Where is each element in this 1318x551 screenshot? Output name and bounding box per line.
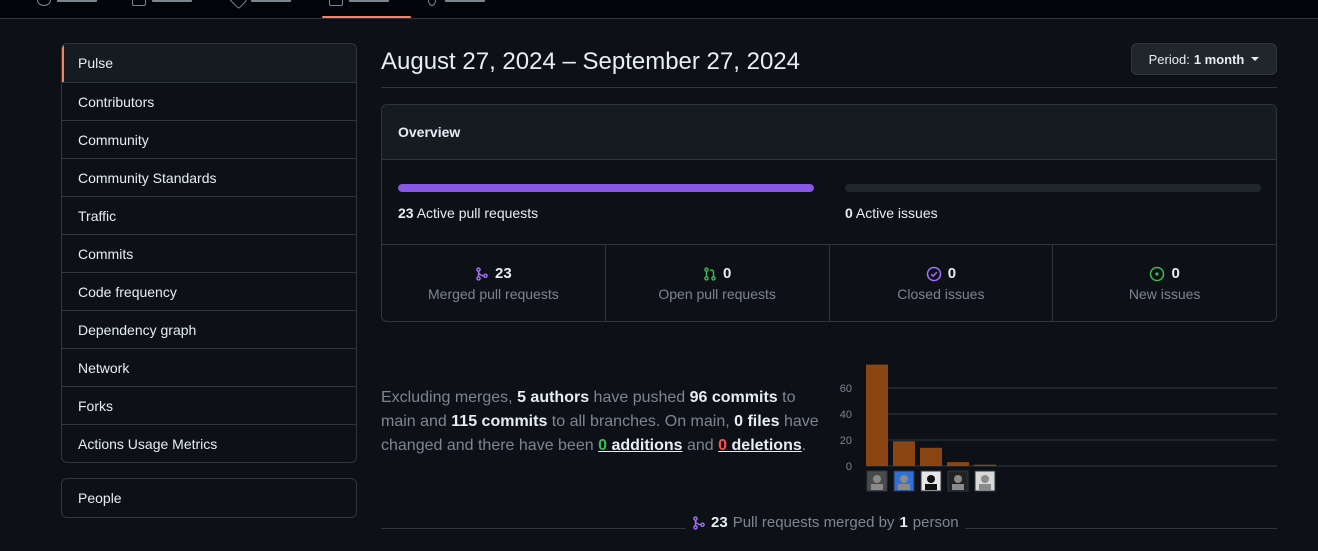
sidebar-item-dependency-graph[interactable]: Dependency graph xyxy=(62,310,356,348)
summary-commits-all: 115 commits xyxy=(451,413,548,430)
additions-link[interactable]: 0 additions xyxy=(598,437,682,454)
active-issues-bar xyxy=(845,184,1261,192)
nav-tab-security[interactable] xyxy=(251,0,291,2)
repo-nav-bar xyxy=(0,0,1318,19)
commit-bar[interactable] xyxy=(974,464,996,466)
overview-title: Overview xyxy=(382,105,1276,160)
sidebar-item-traffic[interactable]: Traffic xyxy=(62,196,356,234)
sidebar-item-community[interactable]: Community xyxy=(62,120,356,158)
stat-new-issues[interactable]: 0 New issues xyxy=(1052,245,1276,321)
period-dropdown-button[interactable]: Period: 1 month xyxy=(1131,43,1277,75)
merged-prs-count: 23 xyxy=(495,265,512,282)
new-issues-count: 0 xyxy=(1171,265,1180,282)
contributor-avatar[interactable] xyxy=(920,470,942,492)
sidebar-item-actions-usage-metrics[interactable]: Actions Usage Metrics xyxy=(62,424,356,462)
active-prs-bar-fill xyxy=(398,184,814,192)
active-prs-label: Active pull requests xyxy=(416,205,539,221)
insights-sidebar: Pulse Contributors Community Community S… xyxy=(61,43,357,463)
sidebar-item-commits[interactable]: Commits xyxy=(62,234,356,272)
git-pull-request-icon xyxy=(704,266,716,281)
contributors-commit-chart: 0 20 40 60 xyxy=(840,364,1277,492)
issue-opened-icon xyxy=(1150,266,1165,281)
commit-bar[interactable] xyxy=(893,441,915,466)
nav-tab-code[interactable] xyxy=(57,0,97,2)
git-merge-icon xyxy=(476,266,488,281)
triangle-down-icon xyxy=(1251,57,1260,61)
project-icon[interactable] xyxy=(132,0,146,6)
active-issues-count: 0 xyxy=(845,205,853,221)
closed-issues-label: Closed issues xyxy=(897,286,985,302)
summary-text: Excluding merges, xyxy=(381,389,513,406)
contributor-avatar[interactable] xyxy=(974,470,996,492)
sidebar-item-forks[interactable]: Forks xyxy=(62,386,356,424)
active-prs-count: 23 xyxy=(398,205,414,221)
new-issues-label: New issues xyxy=(1128,286,1201,302)
summary-text: and xyxy=(687,437,714,454)
code-icon[interactable] xyxy=(37,0,51,6)
period-value: 1 month xyxy=(1193,51,1245,67)
active-prs-bar xyxy=(398,184,814,192)
git-merge-icon xyxy=(693,515,705,530)
overview-box: Overview 23 Active pull requests 0 Activ… xyxy=(381,104,1277,322)
contributor-avatar[interactable] xyxy=(947,470,969,492)
active-issues-link[interactable]: 0 Active issues xyxy=(845,205,938,221)
y-tick-label: 20 xyxy=(840,435,852,447)
deletions-link[interactable]: 0 deletions xyxy=(718,437,802,454)
nav-tab-settings[interactable] xyxy=(445,0,485,2)
stat-merged-prs[interactable]: 23 Merged pull requests xyxy=(382,245,605,321)
merged-prs-summary: 23 Pull requests merged by 1 person xyxy=(686,514,965,531)
overview-stats: 23 Merged pull requests 0 Open pull requ… xyxy=(382,245,1276,321)
contributor-avatar[interactable] xyxy=(866,470,888,492)
deletions-word: deletions xyxy=(731,437,802,454)
footer-text: Pull requests merged by xyxy=(732,514,895,531)
summary-files: 0 files xyxy=(734,413,780,430)
deletions-count: 0 xyxy=(718,437,728,454)
commit-bar[interactable] xyxy=(920,447,942,466)
summary-authors: 5 authors xyxy=(517,389,590,406)
footer-pr-count: 23 xyxy=(711,514,728,531)
summary-commits-main: 96 commits xyxy=(689,389,778,406)
issue-closed-icon xyxy=(926,266,941,281)
nav-tab-insights[interactable] xyxy=(349,0,389,2)
shield-icon[interactable] xyxy=(228,0,248,10)
active-prs-link[interactable]: 23 Active pull requests xyxy=(398,205,538,221)
active-tab-underline xyxy=(322,16,411,18)
pulse-date-range: August 27, 2024 – September 27, 2024 xyxy=(381,48,800,75)
summary-text: have pushed xyxy=(593,389,686,406)
footer-people-word: person xyxy=(912,514,959,531)
stat-closed-issues[interactable]: 0 Closed issues xyxy=(828,245,1053,321)
title-divider xyxy=(381,87,1277,88)
sidebar-item-code-frequency[interactable]: Code frequency xyxy=(62,272,356,310)
overview-activity-bars: 23 Active pull requests 0 Active issues xyxy=(382,160,1276,245)
y-tick-label: 60 xyxy=(840,383,852,395)
commit-bar[interactable] xyxy=(947,462,969,466)
active-issues-label: Active issues xyxy=(855,205,938,221)
additions-word: additions xyxy=(611,437,683,454)
closed-issues-count: 0 xyxy=(947,265,957,282)
open-prs-label: Open pull requests xyxy=(658,286,776,302)
y-tick-label: 40 xyxy=(840,409,852,421)
sidebar-item-people[interactable]: People xyxy=(62,479,356,517)
people-sidebar: People xyxy=(61,478,357,518)
gear-icon[interactable] xyxy=(428,0,436,6)
graph-icon[interactable] xyxy=(329,0,343,6)
commit-bar[interactable] xyxy=(866,364,888,466)
summary-text: to all branches. On main, xyxy=(551,413,730,430)
commit-summary: Excluding merges, 5 authors have pushed … xyxy=(381,386,831,458)
summary-text: . xyxy=(801,437,807,454)
sidebar-item-community-standards[interactable]: Community Standards xyxy=(62,158,356,196)
sidebar-item-pulse[interactable]: Pulse xyxy=(62,44,356,82)
footer-people-count: 1 xyxy=(899,514,908,531)
additions-count: 0 xyxy=(598,437,607,454)
stat-open-prs[interactable]: 0 Open pull requests xyxy=(604,245,829,321)
sidebar-item-contributors[interactable]: Contributors xyxy=(62,82,356,120)
nav-tab-projects[interactable] xyxy=(152,0,192,2)
sidebar-item-network[interactable]: Network xyxy=(62,348,356,386)
contributor-avatar[interactable] xyxy=(893,470,915,492)
merged-prs-label: Merged pull requests xyxy=(428,286,559,302)
open-prs-count: 0 xyxy=(722,265,732,282)
period-prefix: Period: xyxy=(1148,51,1190,67)
y-tick-label: 0 xyxy=(846,461,852,473)
